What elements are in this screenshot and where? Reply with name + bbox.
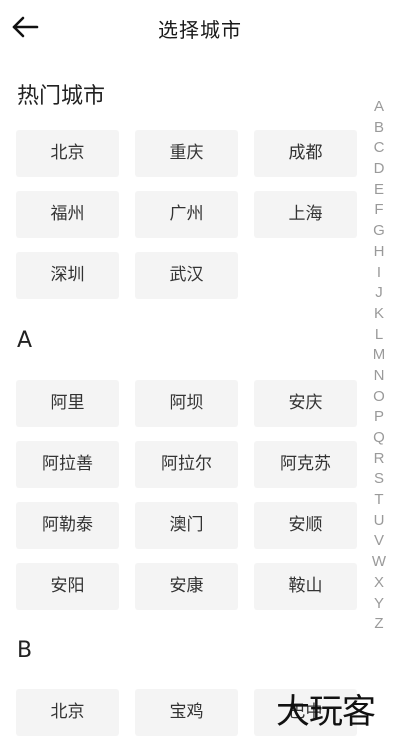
city-button[interactable]: 阿里 <box>16 380 119 427</box>
index-letter-p[interactable]: P <box>370 407 388 428</box>
index-letter-h[interactable]: H <box>370 242 388 263</box>
city-button[interactable]: 深圳 <box>16 252 119 299</box>
city-button[interactable]: 阿克苏 <box>254 441 357 488</box>
city-button[interactable]: 安顺 <box>254 502 357 549</box>
index-letter-o[interactable]: O <box>370 387 388 408</box>
section-title-b: B <box>17 638 33 663</box>
city-button[interactable]: 福州 <box>16 191 119 238</box>
index-letter-r[interactable]: R <box>370 449 388 470</box>
index-letter-l[interactable]: L <box>370 325 388 346</box>
city-button[interactable]: 阿拉尔 <box>135 441 238 488</box>
city-button[interactable]: 武汉 <box>135 252 238 299</box>
index-letter-d[interactable]: D <box>370 159 388 180</box>
index-letter-q[interactable]: Q <box>370 428 388 449</box>
index-letter-v[interactable]: V <box>370 531 388 552</box>
index-letter-k[interactable]: K <box>370 304 388 325</box>
city-button[interactable]: 阿坝 <box>135 380 238 427</box>
section-title-a: A <box>17 328 33 353</box>
section-title-hot: 热门城市 <box>17 84 106 109</box>
city-button[interactable]: 阿拉善 <box>16 441 119 488</box>
index-letter-s[interactable]: S <box>370 469 388 490</box>
city-button[interactable]: 成都 <box>254 130 357 177</box>
city-button[interactable]: 阿勒泰 <box>16 502 119 549</box>
page-title: 选择城市 <box>158 18 242 42</box>
city-button[interactable]: 鞍山 <box>254 563 357 610</box>
city-button[interactable]: 安阳 <box>16 563 119 610</box>
index-letter-c[interactable]: C <box>370 138 388 159</box>
city-button[interactable]: 广州 <box>135 191 238 238</box>
index-letter-w[interactable]: W <box>370 552 388 573</box>
index-letter-u[interactable]: U <box>370 511 388 532</box>
index-letter-j[interactable]: J <box>370 283 388 304</box>
index-letter-y[interactable]: Y <box>370 594 388 615</box>
city-button[interactable]: 北京 <box>16 689 119 736</box>
index-letter-g[interactable]: G <box>370 221 388 242</box>
index-letter-i[interactable]: I <box>370 263 388 284</box>
index-letter-a[interactable]: A <box>370 97 388 118</box>
alphabet-index[interactable]: A B C D E F G H I J K L M N O P Q R S T … <box>370 97 388 635</box>
city-button[interactable]: 澳门 <box>135 502 238 549</box>
city-button[interactable]: 安庆 <box>254 380 357 427</box>
index-letter-f[interactable]: F <box>370 200 388 221</box>
index-letter-x[interactable]: X <box>370 573 388 594</box>
city-button[interactable]: 北京 <box>16 130 119 177</box>
watermark-logo: 大玩客 <box>276 692 376 732</box>
index-letter-z[interactable]: Z <box>370 614 388 635</box>
index-letter-e[interactable]: E <box>370 180 388 201</box>
index-letter-b[interactable]: B <box>370 118 388 139</box>
city-button[interactable]: 重庆 <box>135 130 238 177</box>
index-letter-n[interactable]: N <box>370 366 388 387</box>
city-button[interactable]: 上海 <box>254 191 357 238</box>
header-bar: 选择城市 <box>0 0 400 56</box>
city-button[interactable]: 安康 <box>135 563 238 610</box>
index-letter-t[interactable]: T <box>370 490 388 511</box>
city-button[interactable]: 宝鸡 <box>135 689 238 736</box>
index-letter-m[interactable]: M <box>370 345 388 366</box>
